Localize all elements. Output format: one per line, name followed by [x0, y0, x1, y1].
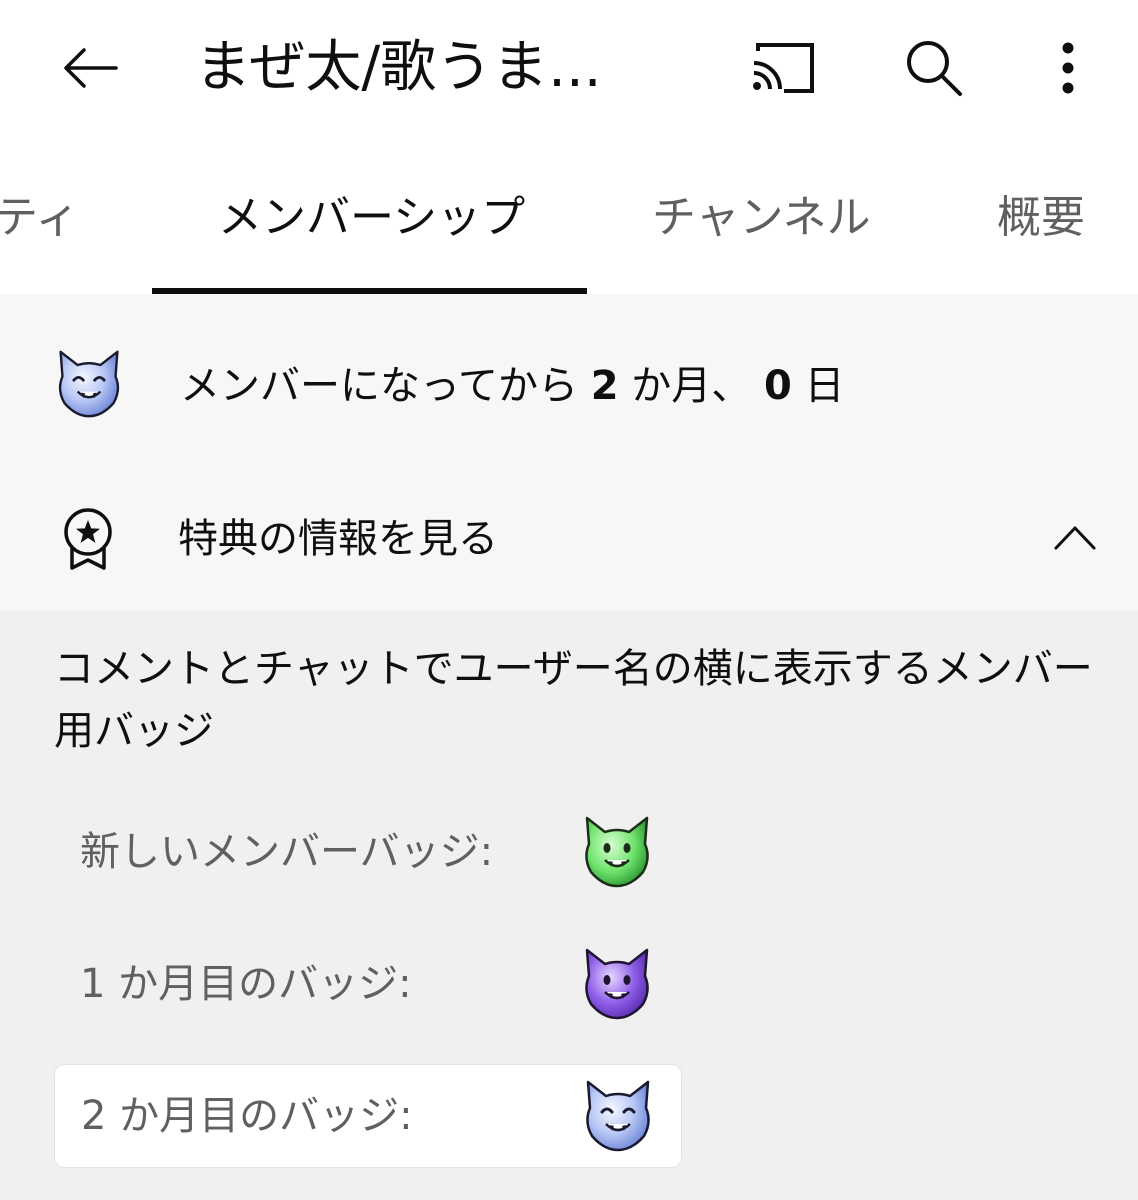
months-unit: か月、 — [618, 363, 764, 409]
more-vertical-icon — [1062, 42, 1074, 94]
cast-button[interactable] — [744, 30, 820, 106]
search-button[interactable] — [896, 30, 972, 106]
badge-row-1-month: 1 か月目のバッジ: — [54, 932, 682, 1036]
badge-label: 2 か月目のバッジ: — [81, 1093, 413, 1139]
badge-label: 新しいメンバーバッジ: — [80, 829, 494, 875]
tab-community[interactable]: ティ — [0, 190, 79, 246]
badge-row-new: 新しいメンバーバッジ: — [54, 800, 682, 904]
perks-details: コメントとチャットでユーザー名の横に表示するメンバー用バッジ 新しいメンバーバッ… — [0, 610, 1138, 1200]
membership-duration-row: メンバーになってから 2 か月、 0 日 — [0, 346, 1138, 426]
back-button[interactable] — [52, 30, 128, 106]
member-badge-green-icon — [585, 816, 649, 888]
member-badge-purple-icon — [585, 948, 649, 1020]
more-options-button[interactable] — [1030, 30, 1106, 106]
app-bar: まぜ太/歌うま... — [0, 0, 1138, 135]
award-ribbon-icon — [64, 508, 112, 570]
days-unit: 日 — [791, 363, 845, 409]
membership-duration-text: メンバーになってから 2 か月、 0 日 — [180, 360, 845, 412]
cast-icon — [753, 43, 814, 93]
channel-title: まぜ太/歌うま... — [195, 35, 602, 100]
badges-description: コメントとチャットでユーザー名の横に表示するメンバー用バッジ — [54, 646, 1093, 754]
tab-channels[interactable]: チャンネル — [652, 190, 871, 246]
duration-days: 0 — [764, 363, 792, 409]
tab-membership[interactable]: メンバーシップ — [218, 190, 525, 246]
member-badge-blue-icon — [586, 1080, 650, 1152]
search-icon — [907, 41, 962, 96]
arrow-left-icon — [64, 48, 118, 88]
member-badge-blue-icon — [58, 350, 120, 418]
badge-label: 1 か月目のバッジ: — [80, 961, 412, 1007]
badge-row-2-months: 2 か月目のバッジ: — [54, 1064, 682, 1168]
duration-prefix: メンバーになってから — [180, 363, 591, 409]
perks-label: 特典の情報を見る — [178, 516, 498, 562]
channel-tabs: ティ メンバーシップ チャンネル 概要 — [0, 135, 1138, 294]
chevron-up-icon — [1054, 526, 1096, 550]
perks-toggle-row[interactable]: 特典の情報を見る — [0, 494, 1138, 584]
duration-months: 2 — [590, 363, 619, 409]
membership-panel: メンバーになってから 2 か月、 0 日 特典の情報を見る — [0, 294, 1138, 610]
tab-about[interactable]: 概要 — [997, 190, 1085, 246]
